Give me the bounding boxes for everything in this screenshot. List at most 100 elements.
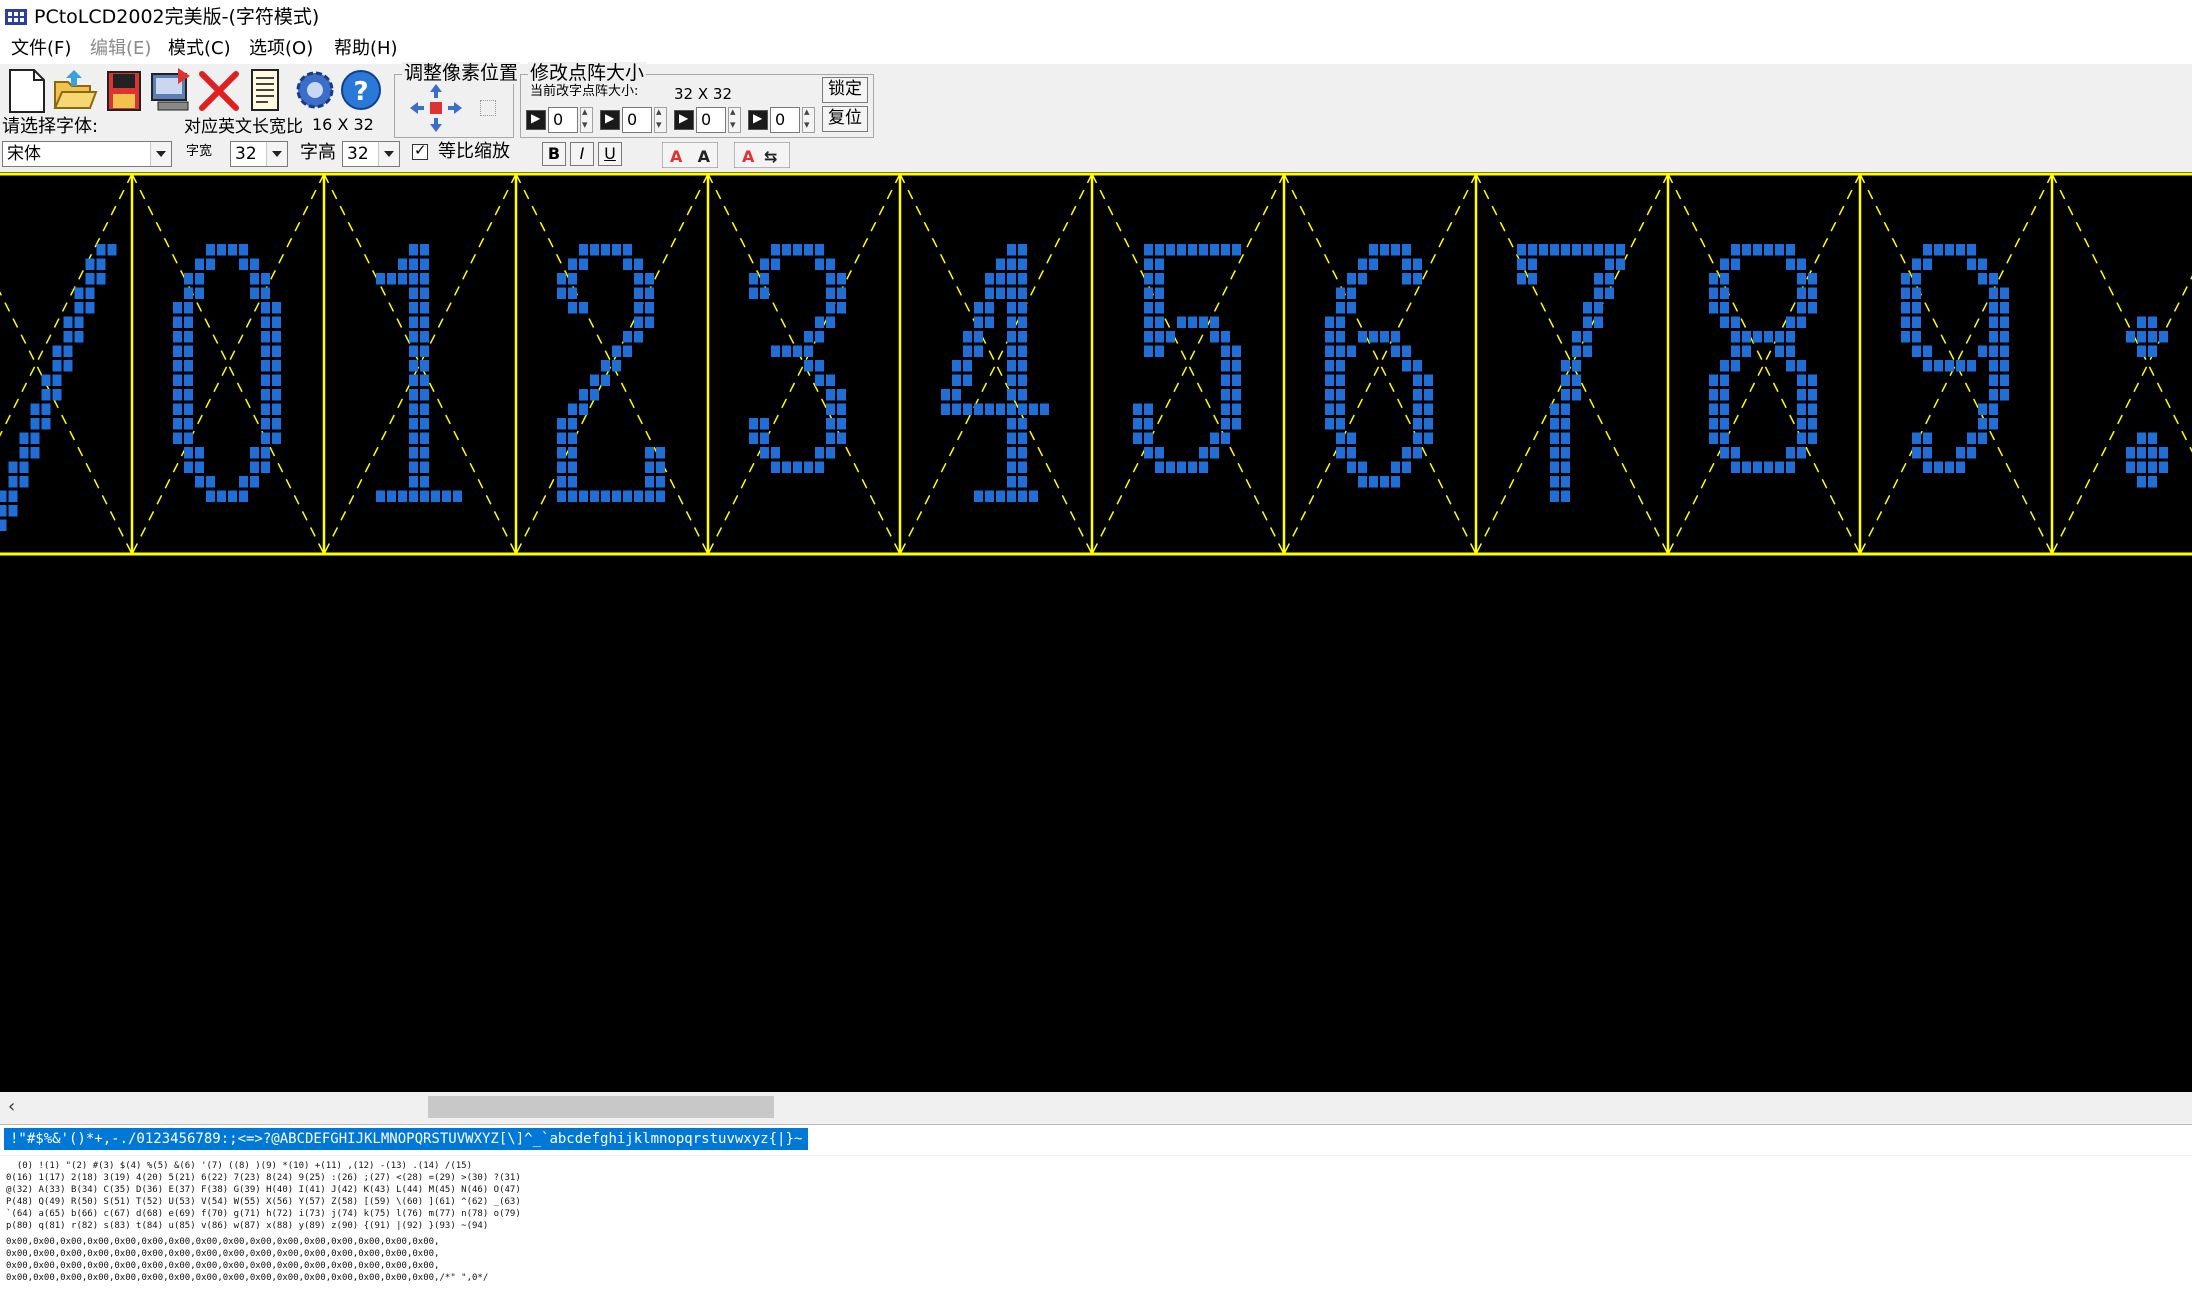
reset-button[interactable]: 复位: [822, 106, 868, 132]
matrix-pixel: [1731, 360, 1740, 372]
matrix-pixel: [634, 331, 643, 343]
top-offset-spinner[interactable]: [654, 105, 667, 133]
center-icon[interactable]: [480, 100, 496, 116]
matrix-pixel: [1797, 403, 1806, 415]
matrix-pixel: [815, 360, 824, 372]
export-icon[interactable]: [148, 66, 194, 114]
matrix-pixel: [431, 490, 440, 502]
output-line: 0(16) 1(17) 2(18) 3(19) 4(20) 5(21) 6(22…: [6, 1173, 521, 1183]
proportional-checkbox[interactable]: [412, 141, 428, 160]
matrix-pixel: [85, 258, 95, 270]
matrix-pixel: [1336, 316, 1345, 328]
matrix-pixel: [1753, 461, 1762, 473]
matrix-pixel: [261, 432, 270, 444]
matrix-pixel: [1978, 432, 1987, 444]
right-offset-input[interactable]: 0: [696, 107, 726, 133]
matrix-pixel: [173, 331, 182, 343]
new-file-icon[interactable]: [4, 66, 50, 114]
matrix-pixel: [398, 490, 407, 502]
document-icon[interactable]: [242, 66, 288, 114]
matrix-pixel: [2148, 331, 2157, 343]
matrix-pixel: [996, 490, 1005, 502]
matrix-pixel: [184, 389, 193, 401]
matrix-pixel: [1210, 432, 1219, 444]
matrix-pixel: [1007, 447, 1016, 459]
char-width-label: 字宽: [186, 144, 213, 159]
svg-text:⇆: ⇆: [764, 147, 777, 166]
matrix-pixel: [645, 316, 654, 328]
delete-icon[interactable]: [196, 66, 242, 114]
bold-button[interactable]: B: [542, 142, 566, 166]
matrix-pixel: [2159, 461, 2168, 473]
matrix-pixel: [409, 345, 418, 357]
move-arrows-icon[interactable]: [408, 82, 480, 134]
matrix-pixel: [1731, 316, 1740, 328]
lock-button[interactable]: 锁定: [822, 77, 868, 103]
matrix-pixel: [398, 258, 407, 270]
matrix-pixel: [1709, 418, 1718, 430]
top-offset-input[interactable]: 0: [622, 107, 652, 133]
matrix-pixel: [590, 389, 599, 401]
output-line: P(48) Q(49) R(50) S(51) T(52) U(53) V(54…: [6, 1197, 521, 1207]
matrix-pixel: [634, 316, 643, 328]
dot-matrix-svg[interactable]: [0, 172, 2192, 1092]
matrix-pixel: [804, 360, 813, 372]
matrix-pixel: [173, 403, 182, 415]
char-height-select[interactable]: 32: [342, 141, 400, 167]
matrix-pixel: [1989, 374, 1998, 386]
matrix-pixel: [1402, 461, 1411, 473]
menu-help[interactable]: 帮助(H): [334, 38, 398, 60]
scroll-thumb[interactable]: [428, 1096, 774, 1118]
settings-gear-icon[interactable]: [292, 66, 338, 114]
matrix-pixel: [1380, 476, 1389, 488]
matrix-pixel: [420, 258, 429, 270]
underline-button[interactable]: U: [598, 142, 622, 166]
matrix-pixel: [1424, 374, 1433, 386]
flip-vertical-icon[interactable]: A ⇆: [734, 142, 790, 168]
matrix-pixel: [420, 447, 429, 459]
menu-file[interactable]: 文件(F): [11, 38, 71, 60]
character-input-text[interactable]: !"#$%&'()*+,-./0123456789:;<=>?@ABCDEFGH…: [4, 1128, 809, 1150]
matrix-pixel: [1144, 273, 1153, 285]
matrix-pixel: [1133, 418, 1142, 430]
help-icon[interactable]: ?: [338, 66, 384, 114]
matrix-pixel: [1007, 374, 1016, 386]
open-folder-icon[interactable]: [52, 66, 98, 114]
save-icon[interactable]: [102, 66, 148, 114]
output-text-area[interactable]: (0) !(1) "(2) #(3) $(4) %(5) &(6) '(7) (…: [0, 1156, 2192, 1289]
matrix-pixel: [1402, 360, 1411, 372]
matrix-pixel: [52, 389, 62, 401]
matrix-pixel: [1325, 403, 1334, 415]
matrix-pixel: [19, 447, 29, 459]
matrix-pixel: [826, 316, 835, 328]
menu-edit[interactable]: 编辑(E): [90, 38, 151, 60]
horizontal-scrollbar[interactable]: ‹: [0, 1092, 2192, 1122]
right-offset-spinner[interactable]: [728, 105, 741, 133]
matrix-pixel: [1188, 316, 1197, 328]
matrix-pixel: [1155, 302, 1164, 314]
matrix-pixel: [19, 461, 29, 473]
matrix-pixel: [1797, 418, 1806, 430]
left-offset-input[interactable]: 0: [548, 107, 578, 133]
matrix-pixel: [1325, 331, 1334, 343]
flip-horizontal-icon[interactable]: A A: [662, 142, 718, 168]
left-offset-spinner[interactable]: [580, 105, 593, 133]
matrix-pixel: [2137, 447, 2146, 459]
dot-matrix-canvas[interactable]: [0, 172, 2192, 1092]
matrix-pixel: [1720, 273, 1729, 285]
matrix-pixel: [557, 447, 566, 459]
menu-options[interactable]: 选项(O): [249, 38, 313, 60]
matrix-pixel: [985, 316, 994, 328]
scroll-left-icon[interactable]: ‹: [8, 1096, 28, 1118]
matrix-pixel: [2000, 287, 2009, 299]
menu-mode[interactable]: 模式(C): [168, 38, 231, 60]
font-select[interactable]: 宋体: [2, 141, 172, 167]
output-line: `(64) a(65) b(66) c(67) d(68) e(69) f(70…: [6, 1209, 521, 1219]
matrix-pixel: [963, 360, 972, 372]
bottom-offset-spinner[interactable]: [802, 105, 815, 133]
matrix-pixel: [420, 389, 429, 401]
matrix-pixel: [1720, 302, 1729, 314]
italic-button[interactable]: I: [570, 142, 594, 166]
char-width-select[interactable]: 32: [230, 141, 288, 167]
bottom-offset-input[interactable]: 0: [770, 107, 800, 133]
